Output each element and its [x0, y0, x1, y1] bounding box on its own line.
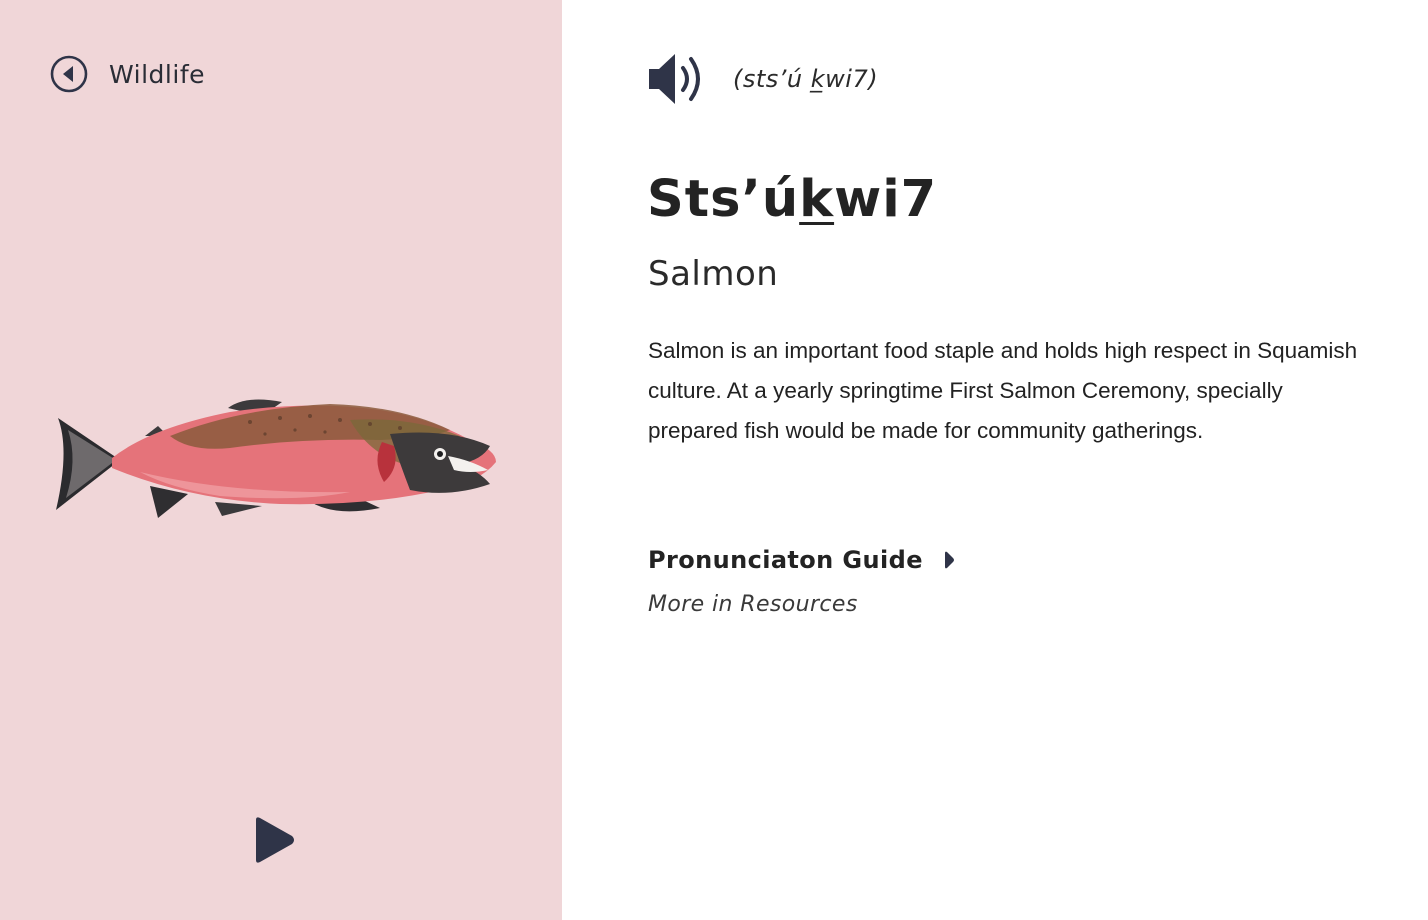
word-title-part-1: Sts’ú	[647, 170, 800, 229]
more-resources-text: More in Resources	[648, 592, 858, 617]
back-link-label: Wildlife	[109, 59, 206, 89]
illustration-panel: Wildlife	[0, 0, 562, 920]
entry-panel: (sts’ú k̲wi7) Sts’úkwi7 Salmon Salmon is…	[562, 0, 1428, 920]
circle-arrow-left-icon	[50, 55, 88, 93]
phonetic-spelling: (sts’ú k̲wi7)	[733, 65, 879, 93]
pronunciation-guide-label: Pronunciaton Guide	[648, 546, 923, 574]
speaker-icon[interactable]	[647, 50, 707, 108]
word-title-part-3: wi7	[834, 170, 938, 229]
back-to-wildlife-link[interactable]: Wildlife	[50, 54, 205, 94]
english-translation: Salmon	[648, 254, 779, 294]
salmon-illustration	[56, 399, 496, 518]
pronunciation-guide-link[interactable]: Pronunciaton Guide	[648, 543, 955, 577]
word-title-part-2: k	[799, 170, 835, 229]
word-title: Sts’úkwi7	[647, 170, 937, 229]
caret-right-icon	[944, 551, 954, 569]
entry-description: Salmon is an important food staple and h…	[648, 338, 1358, 443]
pronunciation-audio-row: (sts’ú k̲wi7)	[647, 50, 878, 108]
play-icon[interactable]	[252, 816, 296, 864]
